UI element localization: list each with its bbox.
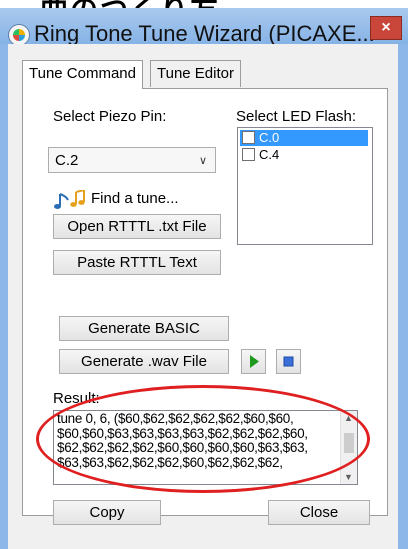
scroll-down-icon[interactable]: ▼	[344, 472, 353, 482]
led-item-c4[interactable]: C.4	[240, 147, 368, 163]
annotation-ellipse	[36, 385, 370, 493]
open-rtttl-button[interactable]: Open RTTTL .txt File	[53, 214, 221, 239]
paste-rtttl-button[interactable]: Paste RTTTL Text	[53, 250, 221, 275]
piezo-pin-value: C.2	[55, 152, 79, 169]
stop-icon	[283, 356, 294, 367]
checkbox-c4[interactable]	[242, 148, 255, 161]
window-frame-left	[0, 44, 8, 549]
piezo-pin-select[interactable]: C.2 ∨	[48, 147, 216, 173]
led-item-label: C.0	[259, 130, 280, 145]
tab-tune-editor[interactable]: Tune Editor	[150, 60, 241, 87]
copy-button[interactable]: Copy	[53, 500, 161, 525]
led-flash-list[interactable]: C.0 C.4	[237, 127, 373, 245]
generate-wav-button[interactable]: Generate .wav File	[59, 349, 229, 374]
window-close-button[interactable]: ×	[370, 16, 402, 40]
close-button[interactable]: Close	[268, 500, 370, 525]
led-item-c0[interactable]: C.0	[240, 130, 368, 146]
music-notes-icon	[54, 190, 85, 209]
window-frame-right	[398, 44, 408, 549]
play-icon	[250, 355, 259, 368]
play-button[interactable]	[241, 349, 266, 374]
piezo-pin-label: Select Piezo Pin:	[53, 108, 167, 125]
checkbox-c0[interactable]	[242, 131, 255, 144]
chevron-down-icon: ∨	[198, 155, 207, 167]
led-flash-label: Select LED Flash:	[236, 108, 357, 125]
tab-tune-command[interactable]: Tune Command	[22, 60, 143, 89]
stop-button[interactable]	[276, 349, 301, 374]
generate-basic-button[interactable]: Generate BASIC	[59, 316, 229, 341]
app-icon	[8, 24, 30, 46]
title-bar: Ring Tone Tune Wizard (PICAXE... ×	[0, 8, 408, 46]
find-a-tune-link[interactable]: Find a tune...	[91, 190, 179, 207]
led-item-label: C.4	[259, 147, 280, 162]
